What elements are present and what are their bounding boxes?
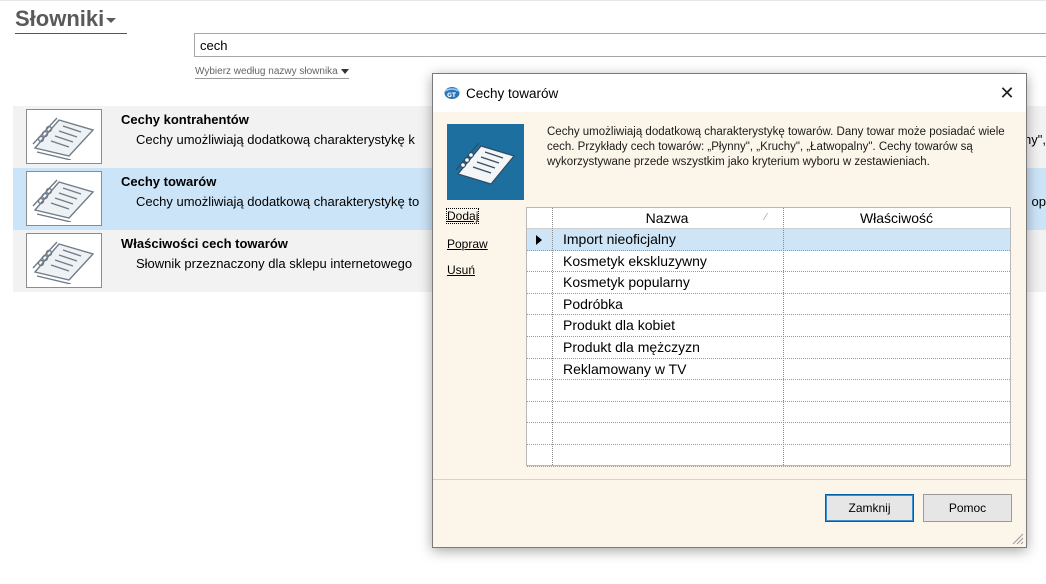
search-mode-dropdown[interactable]: Wybierz według nazwy słownika bbox=[195, 66, 349, 79]
table-row[interactable] bbox=[527, 423, 1010, 445]
add-button[interactable]: Dodaj bbox=[445, 208, 480, 224]
search-mode-label: Wybierz według nazwy słownika bbox=[195, 66, 338, 77]
table-row[interactable]: Reklamowany w TV bbox=[527, 359, 1010, 381]
table-row[interactable] bbox=[527, 402, 1010, 424]
dictionary-dialog: GT Cechy towarów ✕ Cechy umożliwiają dod… bbox=[432, 73, 1027, 548]
table-row[interactable]: Podróbka bbox=[527, 294, 1010, 316]
cell-nazwa: Reklamowany w TV bbox=[563, 360, 687, 377]
dialog-separator bbox=[433, 479, 1026, 480]
chevron-down-icon bbox=[106, 17, 117, 23]
features-grid[interactable]: Nazwa ⁄ Właściwość Import nieoficjalny Ko… bbox=[526, 207, 1011, 467]
cell-nazwa: Import nieoficjalny bbox=[563, 231, 676, 247]
dictionary-description-tail: ny", bbox=[1024, 132, 1046, 147]
page-title-dropdown[interactable]: Słowniki bbox=[15, 6, 117, 32]
dialog-description: Cechy umożliwiają dodatkową charakteryst… bbox=[547, 126, 1005, 168]
grid-header: Nazwa ⁄ Właściwość bbox=[527, 208, 1010, 229]
edit-button[interactable]: Popraw bbox=[447, 237, 488, 251]
table-row[interactable]: Import nieoficjalny bbox=[527, 229, 1010, 251]
svg-text:GT: GT bbox=[447, 92, 457, 99]
cell-nazwa: Produkt dla kobiet bbox=[563, 317, 676, 334]
table-row[interactable] bbox=[527, 445, 1010, 467]
table-row[interactable]: Kosmetyk ekskluzywny bbox=[527, 251, 1010, 273]
dialog-titlebar[interactable]: GT Cechy towarów ✕ bbox=[433, 74, 1026, 112]
row-pointer-icon bbox=[536, 235, 542, 245]
close-icon[interactable]: ✕ bbox=[996, 82, 1018, 104]
table-row[interactable]: Kosmetyk popularny bbox=[527, 272, 1010, 294]
book-icon bbox=[26, 233, 102, 288]
table-row[interactable] bbox=[527, 380, 1010, 402]
app-logo-icon: GT bbox=[444, 86, 460, 105]
book-icon bbox=[26, 109, 102, 164]
cell-nazwa: Podróbka bbox=[563, 295, 623, 312]
page-title: Słowniki bbox=[15, 6, 105, 31]
close-button[interactable]: Zamknij bbox=[825, 494, 914, 522]
dictionary-description: Słownik przeznaczony dla sklepu internet… bbox=[136, 256, 413, 271]
book-icon bbox=[447, 124, 524, 200]
title-underline bbox=[15, 33, 127, 34]
resize-grip-icon[interactable] bbox=[1012, 533, 1024, 545]
dialog-title: Cechy towarów bbox=[466, 86, 559, 101]
sort-icon: ⁄ bbox=[765, 212, 767, 223]
grid-column-divider bbox=[783, 208, 784, 465]
delete-button[interactable]: Usuń bbox=[447, 263, 475, 277]
dictionary-description-tail: op bbox=[1031, 194, 1046, 209]
search-input[interactable] bbox=[194, 33, 1046, 57]
dictionary-description: Cechy umożliwiają dodatkową charakteryst… bbox=[136, 132, 415, 147]
table-row[interactable]: Produkt dla kobiet bbox=[527, 315, 1010, 337]
top-divider bbox=[0, 0, 1046, 1]
table-row[interactable]: Produkt dla mężczyzn bbox=[527, 337, 1010, 359]
book-icon bbox=[26, 171, 102, 226]
column-header-nazwa[interactable]: Nazwa bbox=[552, 208, 782, 229]
cell-nazwa: Kosmetyk popularny bbox=[563, 274, 690, 291]
help-button[interactable]: Pomoc bbox=[923, 494, 1012, 522]
dictionary-name: Właściwości cech towarów bbox=[121, 236, 288, 251]
dictionary-name: Cechy towarów bbox=[121, 174, 217, 189]
dictionary-description: Cechy umożliwiają dodatkową charakteryst… bbox=[136, 194, 420, 209]
grid-column-divider bbox=[552, 208, 553, 465]
app-window: Słowniki Wybierz według nazwy słownika C… bbox=[0, 0, 1046, 584]
dictionary-name: Cechy kontrahentów bbox=[121, 112, 249, 127]
cell-nazwa: Kosmetyk ekskluzywny bbox=[563, 252, 707, 269]
cell-nazwa: Produkt dla mężczyzn bbox=[563, 339, 700, 355]
column-header-wlasciwosc[interactable]: Właściwość bbox=[783, 208, 1010, 229]
chevron-down-icon bbox=[340, 68, 349, 74]
